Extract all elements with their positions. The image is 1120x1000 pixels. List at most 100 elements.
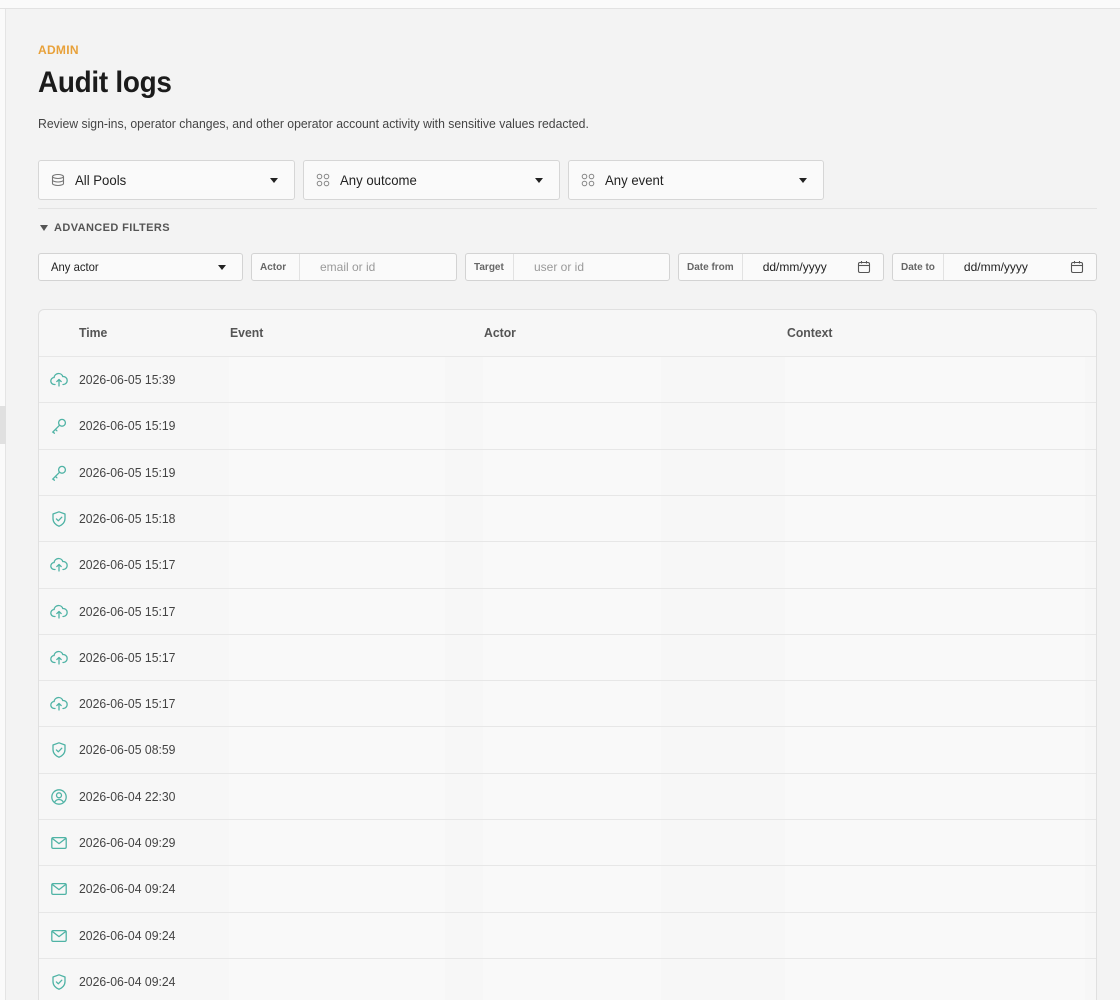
actor-cell bbox=[483, 958, 661, 1000]
chevron-down-icon bbox=[270, 177, 278, 183]
calendar-icon[interactable] bbox=[857, 260, 871, 274]
row-time: 2026-06-05 08:59 bbox=[79, 742, 176, 758]
actor-cell bbox=[483, 357, 661, 403]
chevron-down-icon bbox=[535, 177, 543, 183]
chevron-down-icon bbox=[218, 264, 226, 270]
left-rail-handle[interactable] bbox=[0, 406, 6, 444]
cloud-upload-icon bbox=[50, 603, 68, 621]
table-row[interactable]: 2026-06-05 15:17 bbox=[39, 587, 1096, 635]
actor-cell bbox=[483, 542, 661, 589]
target-field-tag: Target bbox=[466, 254, 514, 280]
table-row[interactable]: 2026-06-04 22:30 bbox=[39, 772, 1096, 820]
row-time: 2026-06-04 22:30 bbox=[79, 788, 176, 804]
row-time: 2026-06-05 15:19 bbox=[79, 418, 176, 434]
shield-check-icon bbox=[50, 510, 68, 528]
context-cell bbox=[785, 773, 1085, 820]
pool-filter-label: All Pools bbox=[75, 172, 127, 188]
actor-cell bbox=[483, 727, 661, 774]
shield-check-icon bbox=[50, 973, 68, 991]
column-header-event[interactable]: Event bbox=[230, 325, 263, 340]
audit-log-table: Time Event Actor Context 2026-06-05 15:3… bbox=[38, 309, 1097, 1000]
event-filter-dropdown[interactable]: Any event bbox=[568, 160, 824, 200]
actor-select-label: Any actor bbox=[51, 260, 99, 274]
advanced-filters-label: ADVANCED FILTERS bbox=[54, 222, 170, 234]
mail-icon bbox=[50, 927, 68, 945]
date-from-tag: Date from bbox=[679, 254, 743, 280]
event-cell bbox=[229, 681, 445, 728]
target-field-placeholder: user or id bbox=[534, 260, 585, 274]
row-time: 2026-06-05 15:19 bbox=[79, 464, 176, 480]
outcome-filter-dropdown[interactable]: Any outcome bbox=[303, 160, 560, 200]
event-cell bbox=[229, 773, 445, 820]
cloud-upload-icon bbox=[50, 649, 68, 667]
context-cell bbox=[785, 958, 1085, 1000]
database-icon bbox=[51, 173, 65, 187]
table-row[interactable]: 2026-06-05 15:17 bbox=[39, 680, 1096, 728]
mail-icon bbox=[50, 880, 68, 898]
table-row[interactable]: 2026-06-05 15:19 bbox=[39, 448, 1096, 496]
grid-icon bbox=[316, 173, 330, 187]
row-time: 2026-06-05 15:18 bbox=[79, 510, 176, 526]
actor-cell bbox=[483, 773, 661, 820]
pool-filter-dropdown[interactable]: All Pools bbox=[38, 160, 295, 200]
target-search-field[interactable]: Target user or id bbox=[465, 253, 670, 281]
event-cell bbox=[229, 634, 445, 681]
table-row[interactable]: 2026-06-05 15:18 bbox=[39, 494, 1096, 542]
table-row[interactable]: 2026-06-04 09:29 bbox=[39, 819, 1096, 866]
context-cell bbox=[785, 449, 1085, 496]
actor-cell bbox=[483, 912, 661, 959]
actor-cell bbox=[483, 449, 661, 496]
context-cell bbox=[785, 542, 1085, 589]
row-time: 2026-06-05 15:17 bbox=[79, 557, 176, 573]
table-row[interactable]: 2026-06-05 15:39 bbox=[39, 356, 1096, 403]
actor-cell bbox=[483, 495, 661, 542]
date-to-value: dd/mm/yyyy bbox=[963, 260, 1028, 274]
event-cell bbox=[229, 958, 445, 1000]
date-to-field[interactable]: Date to dd/mm/yyyy bbox=[892, 253, 1097, 281]
actor-cell bbox=[483, 866, 661, 913]
filters-divider bbox=[38, 208, 1097, 209]
cloud-upload-icon bbox=[50, 556, 68, 574]
actor-select[interactable]: Any actor bbox=[38, 253, 243, 281]
date-from-field[interactable]: Date from dd/mm/yyyy bbox=[678, 253, 884, 281]
column-header-time[interactable]: Time bbox=[79, 325, 107, 340]
event-cell bbox=[229, 866, 445, 913]
calendar-icon[interactable] bbox=[1070, 260, 1084, 274]
actor-search-field[interactable]: Actor email or id bbox=[251, 253, 457, 281]
outcome-filter-label: Any outcome bbox=[340, 172, 417, 188]
chevron-down-icon bbox=[799, 177, 807, 183]
event-cell bbox=[229, 588, 445, 635]
table-row[interactable]: 2026-06-04 09:24 bbox=[39, 957, 1096, 1000]
event-cell bbox=[229, 403, 445, 450]
date-from-value: dd/mm/yyyy bbox=[762, 260, 827, 274]
event-cell bbox=[229, 449, 445, 496]
user-circle-icon bbox=[50, 788, 68, 806]
table-header: Time Event Actor Context bbox=[39, 310, 1096, 356]
actor-cell bbox=[483, 634, 661, 681]
table-row[interactable]: 2026-06-04 09:24 bbox=[39, 865, 1096, 913]
context-cell bbox=[785, 357, 1085, 403]
actor-cell bbox=[483, 403, 661, 450]
row-time: 2026-06-05 15:17 bbox=[79, 649, 176, 665]
context-cell bbox=[785, 634, 1085, 681]
table-row[interactable]: 2026-06-05 15:17 bbox=[39, 633, 1096, 681]
row-time: 2026-06-05 15:39 bbox=[79, 372, 176, 387]
top-bar bbox=[0, 0, 1120, 9]
page-title: Audit logs bbox=[38, 66, 172, 99]
context-cell bbox=[785, 866, 1085, 913]
table-row[interactable]: 2026-06-05 15:17 bbox=[39, 541, 1096, 589]
row-time: 2026-06-05 15:17 bbox=[79, 603, 176, 619]
advanced-filters-toggle[interactable]: ADVANCED FILTERS bbox=[40, 222, 170, 234]
context-cell bbox=[785, 588, 1085, 635]
table-row[interactable]: 2026-06-05 08:59 bbox=[39, 726, 1096, 774]
section-eyebrow: ADMIN bbox=[38, 43, 79, 57]
event-filter-label: Any event bbox=[605, 172, 664, 188]
triangle-down-icon bbox=[40, 225, 48, 231]
context-cell bbox=[785, 727, 1085, 774]
table-row[interactable]: 2026-06-04 09:24 bbox=[39, 911, 1096, 959]
column-header-context[interactable]: Context bbox=[787, 325, 832, 340]
page-subtitle: Review sign-ins, operator changes, and o… bbox=[38, 116, 589, 131]
column-header-actor[interactable]: Actor bbox=[484, 325, 516, 340]
event-cell bbox=[229, 357, 445, 403]
table-row[interactable]: 2026-06-05 15:19 bbox=[39, 402, 1096, 450]
